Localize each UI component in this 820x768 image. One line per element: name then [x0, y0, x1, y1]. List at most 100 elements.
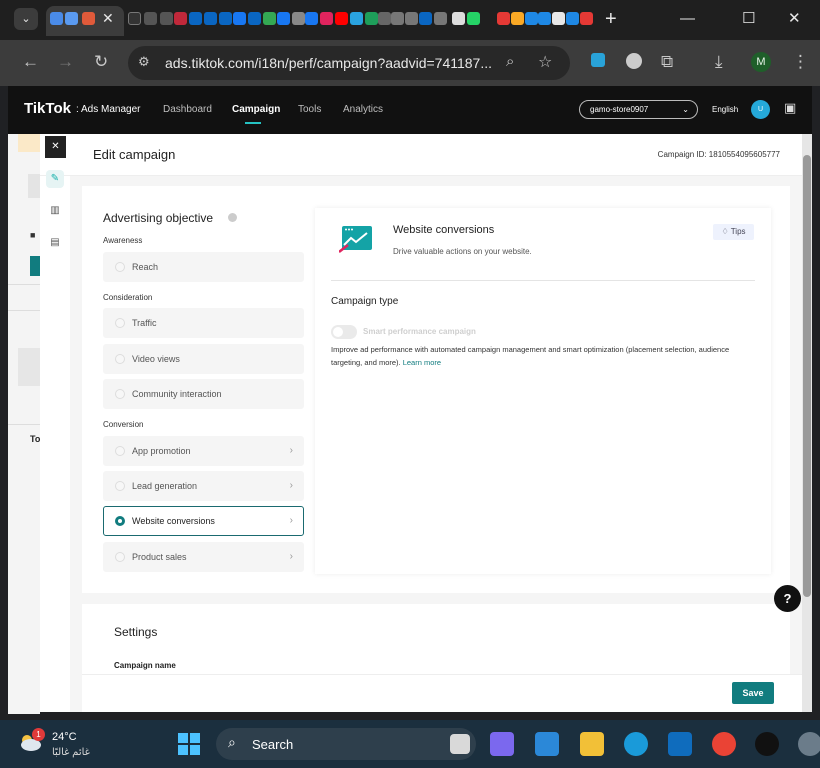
- objective-option-video-views[interactable]: Video views: [103, 344, 304, 374]
- forward-icon[interactable]: →: [57, 52, 74, 72]
- favicon-icon[interactable]: [434, 12, 447, 25]
- profile-avatar[interactable]: M: [751, 52, 771, 72]
- objective-option-traffic[interactable]: Traffic: [103, 308, 304, 338]
- tab-search-button[interactable]: ⌄: [14, 8, 38, 30]
- help-button[interactable]: ?: [774, 585, 801, 612]
- weather-condition[interactable]: غائم غالبًا: [52, 747, 90, 758]
- favicon-icon[interactable]: [538, 12, 551, 25]
- facebook-favicon-icon[interactable]: [305, 12, 318, 25]
- taskbar-search[interactable]: ⌕ Search: [216, 728, 476, 760]
- tiktok-logo[interactable]: TikTok: [24, 100, 71, 117]
- tiktok-app-icon[interactable]: [755, 732, 779, 756]
- user-avatar[interactable]: U: [751, 100, 770, 119]
- store-app-icon[interactable]: [535, 732, 559, 756]
- task-view-icon[interactable]: [450, 734, 470, 754]
- radio-button[interactable]: [115, 262, 125, 272]
- radio-button[interactable]: [115, 354, 125, 364]
- objective-option-lead-generation[interactable]: Lead generation ›: [103, 471, 304, 501]
- learn-more-link[interactable]: Learn more: [403, 358, 441, 367]
- favicon-icon[interactable]: [511, 12, 524, 25]
- window-close-icon[interactable]: ✕: [788, 8, 801, 30]
- file-explorer-icon[interactable]: [580, 732, 604, 756]
- nav-dashboard[interactable]: Dashboard: [163, 104, 212, 115]
- favicon-icon[interactable]: [497, 12, 510, 25]
- url-text[interactable]: ads.tiktok.com/i18n/perf/campaign?aadvid…: [165, 55, 492, 71]
- objective-option-community[interactable]: Community interaction: [103, 379, 304, 409]
- close-drawer-button[interactable]: ✕: [45, 136, 66, 158]
- x-favicon-icon[interactable]: [292, 12, 305, 25]
- favicon-icon[interactable]: [320, 12, 333, 25]
- favicon-icon[interactable]: [391, 12, 404, 25]
- radio-button[interactable]: [115, 552, 125, 562]
- nav-campaign[interactable]: Campaign: [232, 104, 280, 115]
- edge-browser-icon[interactable]: [624, 732, 648, 756]
- windows-start-icon[interactable]: [178, 733, 200, 755]
- radio-button[interactable]: [115, 481, 125, 491]
- nav-analytics[interactable]: Analytics: [343, 104, 383, 115]
- drive-favicon-icon[interactable]: [263, 12, 276, 25]
- maximize-icon[interactable]: ☐: [742, 8, 755, 30]
- menu-kebab-icon[interactable]: ⋮: [792, 52, 809, 72]
- radio-button[interactable]: [115, 389, 125, 399]
- favicon-icon[interactable]: [525, 12, 538, 25]
- soundcloud-favicon-icon[interactable]: [82, 12, 95, 25]
- linkedin-favicon-icon[interactable]: [419, 12, 432, 25]
- radio-button[interactable]: [115, 446, 125, 456]
- edit-icon[interactable]: ✎: [46, 170, 64, 188]
- minimize-icon[interactable]: —: [680, 8, 695, 30]
- back-icon[interactable]: ←: [22, 52, 39, 72]
- extension-icon[interactable]: [591, 53, 605, 67]
- meet-app-icon[interactable]: [490, 732, 514, 756]
- favicon-icon[interactable]: [580, 12, 593, 25]
- reload-icon[interactable]: ↻: [94, 52, 108, 72]
- new-tab-button[interactable]: +: [605, 8, 617, 30]
- linkedin-favicon-icon[interactable]: [248, 12, 261, 25]
- bar-chart-icon[interactable]: ▥: [46, 202, 64, 220]
- favicon-icon[interactable]: [174, 12, 187, 25]
- download-icon[interactable]: ⤓: [715, 52, 723, 72]
- radio-button[interactable]: [115, 318, 125, 328]
- save-button[interactable]: Save: [732, 682, 774, 704]
- favicon-icon[interactable]: [144, 12, 157, 25]
- youtube-favicon-icon[interactable]: [335, 12, 348, 25]
- favicon-icon[interactable]: [566, 12, 579, 25]
- facebook-favicon-icon[interactable]: [233, 12, 246, 25]
- extension-icon[interactable]: [626, 53, 642, 69]
- favicon-icon[interactable]: [452, 12, 465, 25]
- nav-tools[interactable]: Tools: [298, 104, 321, 115]
- favicon-icon[interactable]: [405, 12, 418, 25]
- favicon-icon[interactable]: [160, 12, 173, 25]
- linkedin-favicon-icon[interactable]: [204, 12, 217, 25]
- scrollbar-thumb[interactable]: [803, 155, 811, 597]
- briefcase-icon[interactable]: ▣: [784, 100, 796, 116]
- address-bar[interactable]: ⚙ ads.tiktok.com/i18n/perf/campaign?aadv…: [128, 46, 570, 80]
- smart-performance-toggle[interactable]: [331, 325, 357, 339]
- extensions-puzzle-icon[interactable]: ⧉: [661, 52, 673, 72]
- info-icon[interactable]: [228, 213, 237, 222]
- objective-option-app-promotion[interactable]: App promotion ›: [103, 436, 304, 466]
- outlook-app-icon[interactable]: [668, 732, 692, 756]
- linkedin-favicon-icon[interactable]: [219, 12, 232, 25]
- linkedin-favicon-icon[interactable]: [189, 12, 202, 25]
- facebook-favicon-icon[interactable]: [277, 12, 290, 25]
- favicon-icon[interactable]: [350, 12, 363, 25]
- document-icon[interactable]: ▤: [46, 234, 64, 252]
- favicon-icon[interactable]: [50, 12, 63, 25]
- close-tab-icon[interactable]: ✕: [102, 10, 114, 26]
- language-selector[interactable]: English: [712, 105, 738, 114]
- whatsapp-favicon-icon[interactable]: [467, 12, 480, 25]
- bookmark-star-icon[interactable]: ☆: [538, 52, 552, 72]
- favicon-icon[interactable]: [65, 12, 78, 25]
- favicon-icon[interactable]: [365, 12, 378, 25]
- favicon-icon[interactable]: [378, 12, 391, 25]
- objective-option-website-conversions[interactable]: Website conversions ›: [103, 506, 304, 536]
- site-info-icon[interactable]: ⚙: [138, 54, 150, 70]
- weather-temperature[interactable]: 24°C: [52, 731, 77, 743]
- objective-option-reach[interactable]: Reach: [103, 252, 304, 282]
- account-selector[interactable]: gamo-store0907 ⌄: [579, 100, 698, 119]
- tiktok-favicon-icon[interactable]: [128, 12, 141, 25]
- settings-gear-icon[interactable]: [798, 732, 820, 756]
- objective-option-product-sales[interactable]: Product sales ›: [103, 542, 304, 572]
- radio-button-selected[interactable]: [115, 516, 125, 526]
- tips-button[interactable]: ♢ Tips: [713, 224, 754, 240]
